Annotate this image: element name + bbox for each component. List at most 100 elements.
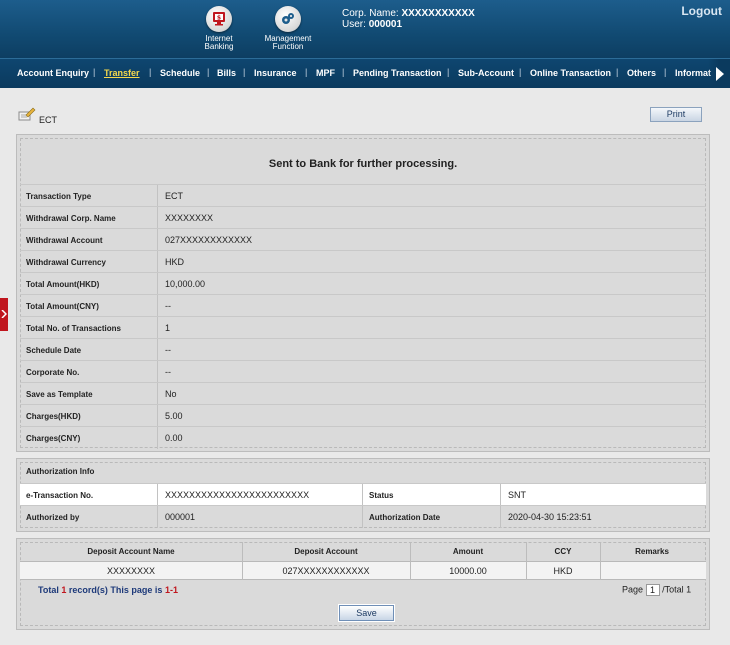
nav-separator: | (93, 67, 96, 77)
col-divider (242, 542, 243, 580)
internet-banking-label: Internet Banking (204, 34, 234, 51)
nav-right-arrow-icon[interactable] (716, 67, 724, 81)
nav-information[interactable]: Informat (675, 68, 711, 78)
nav-insurance[interactable]: Insurance (254, 68, 297, 78)
monitor-dollar-icon: $ (206, 6, 232, 32)
detail-label: Total No. of Transactions (26, 324, 121, 333)
status-label: Status (369, 491, 394, 500)
corp-name-value: XXXXXXXXXXX (401, 8, 475, 19)
nav-separator: | (305, 67, 308, 77)
detail-label: Save as Template (26, 390, 93, 399)
detail-value: -- (165, 367, 171, 377)
detail-row: Total No. of Transactions 1 (20, 316, 706, 339)
authorized-by-label: Authorized by (26, 513, 80, 522)
etx-value: XXXXXXXXXXXXXXXXXXXXXXXX (165, 490, 310, 500)
page-input[interactable]: 1 (645, 584, 660, 596)
internet-banking-button[interactable]: $ Internet Banking (196, 6, 242, 51)
management-function-label: Management Function (264, 34, 312, 51)
summary-count: 1 (61, 585, 67, 595)
col-divider (600, 542, 601, 580)
detail-row: Withdrawal Account 027XXXXXXXXXXXX (20, 228, 706, 251)
detail-value: XXXXXXXX (165, 213, 214, 223)
summary-range: 1-1 (164, 585, 178, 595)
top-header: $ Internet Banking Management Function C… (0, 0, 730, 58)
col-divider (526, 542, 527, 580)
detail-row: Withdrawal Corp. Name XXXXXXXX (20, 206, 706, 229)
nav-online-transaction[interactable]: Online Transaction (530, 68, 611, 78)
gears-icon (275, 6, 301, 32)
detail-label: Withdrawal Corp. Name (26, 214, 116, 223)
detail-value: -- (165, 301, 171, 311)
pencil-paper-icon (18, 107, 36, 121)
detail-value: ECT (165, 191, 183, 201)
nav-separator: | (447, 67, 450, 77)
detail-label: Corporate No. (26, 368, 80, 377)
table-row: XXXXXXXX 027XXXXXXXXXXXX 10000.00 HKD (20, 562, 706, 580)
page-title: ECT (39, 115, 57, 125)
detail-row: Charges(HKD) 5.00 (20, 404, 706, 427)
deposit-table-header: Deposit Account Name Deposit Account Amo… (20, 542, 706, 562)
col-remarks: Remarks (635, 547, 669, 556)
nav-separator: | (342, 67, 345, 77)
detail-label: Charges(HKD) (26, 412, 81, 421)
cell-account: 027XXXXXXXXXXXX (282, 566, 370, 576)
summary-prefix: Total (38, 585, 59, 595)
cell-amount: 10000.00 (449, 566, 487, 576)
detail-value: 027XXXXXXXXXXXX (165, 235, 253, 245)
auth-row-authorized: Authorized by 000001 Authorization Date … (20, 505, 706, 528)
record-summary: Total 1 record(s) This page is 1-1 (38, 585, 178, 595)
page-label: Page (622, 584, 644, 595)
auth-date-value: 2020-04-30 15:23:51 (508, 512, 592, 522)
side-expand-tab[interactable] (0, 298, 8, 331)
nav-mpf[interactable]: MPF (316, 68, 335, 78)
detail-label: Withdrawal Account (26, 236, 103, 245)
detail-row: Save as Template No (20, 382, 706, 405)
save-button[interactable]: Save (339, 605, 394, 621)
auth-row-etx: e-Transaction No. XXXXXXXXXXXXXXXXXXXXXX… (20, 483, 706, 506)
summary-mid: record(s) This page is (68, 585, 163, 595)
corp-info: Corp. Name: XXXXXXXXXXX User: 000001 (342, 8, 475, 30)
detail-value: 1 (165, 323, 171, 333)
pager: Page 1 /Total 1 (622, 584, 691, 596)
detail-value: No (165, 389, 177, 399)
detail-label: Schedule Date (26, 346, 82, 355)
print-button[interactable]: Print (650, 107, 702, 122)
corp-name-label: Corp. Name: (342, 8, 399, 19)
nav-sub-account[interactable]: Sub-Account (458, 68, 514, 78)
nav-others[interactable]: Others (627, 68, 656, 78)
cell-account-name: XXXXXXXX (106, 566, 156, 576)
detail-value: 0.00 (165, 433, 183, 443)
detail-value: HKD (165, 257, 185, 267)
authorized-by-value: 000001 (165, 512, 196, 522)
main-nav: Account Enquiry | Transfer | Schedule | … (0, 58, 730, 88)
detail-row: Charges(CNY) 0.00 (20, 426, 706, 449)
nav-separator: | (207, 67, 210, 77)
detail-label: Withdrawal Currency (26, 258, 106, 267)
cell-ccy: HKD (553, 566, 573, 576)
nav-schedule[interactable]: Schedule (160, 68, 200, 78)
detail-row: Transaction Type ECT (20, 184, 706, 207)
nav-bills[interactable]: Bills (217, 68, 236, 78)
authorization-title: Authorization Info (26, 467, 95, 476)
col-ccy: CCY (554, 547, 572, 556)
logout-link[interactable]: Logout (681, 4, 722, 18)
status-message: Sent to Bank for further processing. (268, 158, 458, 170)
detail-row: Total Amount(HKD) 10,000.00 (20, 272, 706, 295)
detail-label: Total Amount(HKD) (26, 280, 100, 289)
nav-account-enquiry[interactable]: Account Enquiry (17, 68, 89, 78)
detail-label: Charges(CNY) (26, 434, 81, 443)
detail-row: Total Amount(CNY) -- (20, 294, 706, 317)
nav-transfer[interactable]: Transfer (104, 68, 140, 78)
nav-separator: | (243, 67, 246, 77)
col-divider (410, 542, 411, 580)
chevron-right-icon (1, 310, 7, 318)
col-deposit-account-name: Deposit Account Name (87, 547, 175, 556)
detail-value: 10,000.00 (165, 279, 206, 289)
user-value: 000001 (368, 19, 403, 30)
detail-row: Withdrawal Currency HKD (20, 250, 706, 273)
page-total: /Total 1 (662, 584, 692, 595)
nav-separator: | (616, 67, 619, 77)
management-function-button[interactable]: Management Function (258, 6, 318, 51)
nav-pending-transaction[interactable]: Pending Transaction (353, 68, 442, 78)
detail-value: 5.00 (165, 411, 183, 421)
